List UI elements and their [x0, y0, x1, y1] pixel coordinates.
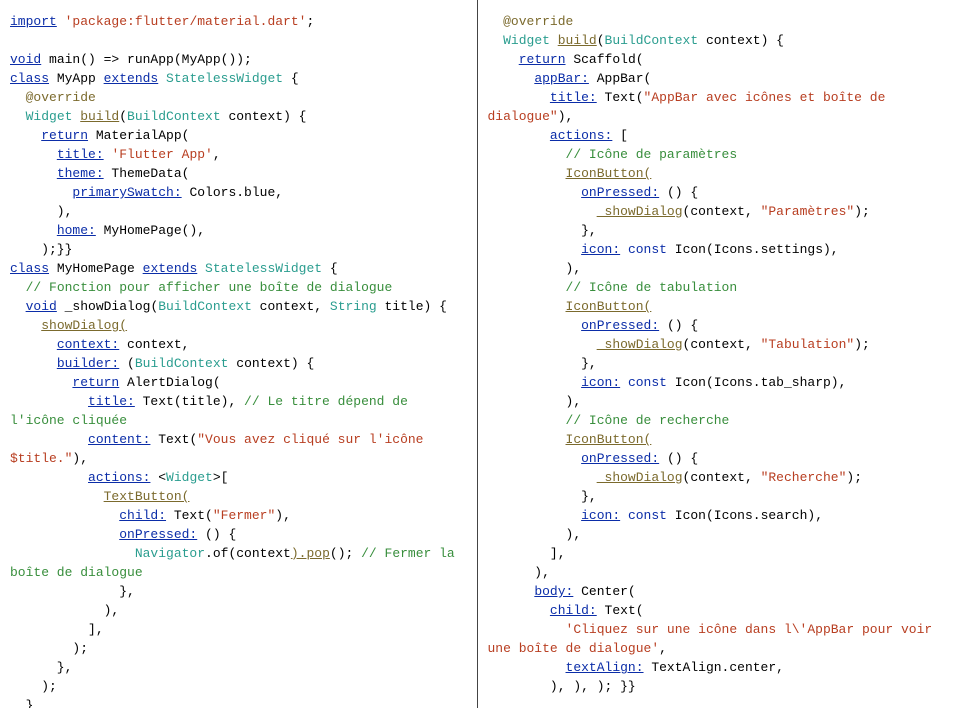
code-column-left: import 'package:flutter/material.dart'; …	[0, 0, 477, 708]
method-build: build	[80, 109, 119, 124]
comment-line: // Icône de paramètres	[566, 147, 738, 162]
override-annotation: @override	[26, 90, 96, 105]
code-page: import 'package:flutter/material.dart'; …	[0, 0, 954, 708]
type-statelesswidget: StatelessWidget	[158, 71, 283, 86]
code-column-right: @override Widget build(BuildContext cont…	[478, 0, 954, 708]
kw-void: void	[10, 52, 41, 67]
kw-import: import	[10, 14, 57, 29]
kw-class: class	[10, 71, 49, 86]
string-package: 'package:flutter/material.dart'	[65, 14, 307, 29]
override-annotation: @override	[503, 14, 573, 29]
comment-line: // Fonction pour afficher une boîte de d…	[26, 280, 393, 295]
